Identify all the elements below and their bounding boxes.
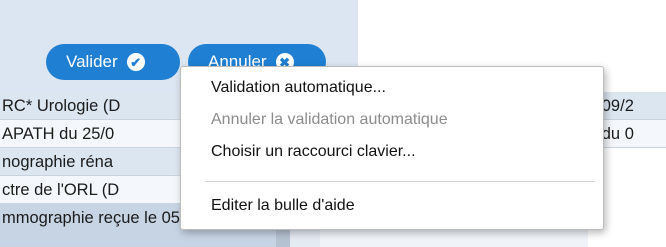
menu-item-validation-automatique[interactable]: Validation automatique...: [181, 73, 603, 103]
valider-button[interactable]: Valider ✔: [46, 44, 180, 80]
menu-separator: [205, 181, 595, 182]
list-item-text: mmographie reçue le 05/0: [2, 209, 194, 227]
menu-item-label: Editer la bulle d'aide: [211, 197, 355, 214]
menu-item-label: Annuler la validation automatique: [211, 111, 448, 128]
menu-item-editer-bulle[interactable]: Editer la bulle d'aide: [181, 191, 603, 221]
check-icon: ✔: [126, 53, 145, 71]
menu-item-label: Validation automatique...: [211, 79, 386, 96]
menu-item-label: Choisir un raccourci clavier...: [211, 143, 416, 160]
valider-label: Valider: [66, 52, 118, 71]
menu-item-annuler-validation: Annuler la validation automatique: [181, 105, 603, 135]
list-item-text: APATH du 25/0: [2, 125, 115, 143]
list-item-text: ctre de l'ORL (D: [2, 181, 120, 199]
menu-item-raccourci-clavier[interactable]: Choisir un raccourci clavier...: [181, 137, 603, 167]
list-item-text: nographie réna: [2, 153, 114, 171]
context-menu: Validation automatique... Annuler la val…: [180, 66, 604, 230]
list-item-text: RC* Urologie (D: [2, 97, 121, 115]
